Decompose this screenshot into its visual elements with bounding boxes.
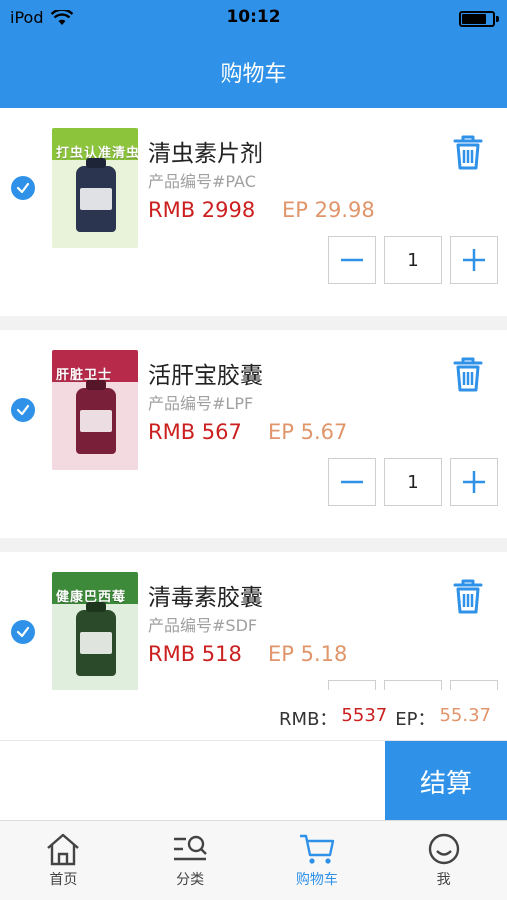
price-ep: EP 5.18 xyxy=(268,642,348,666)
product-name: 清虫素片剂 xyxy=(148,141,263,167)
product-code: 产品编号#LPF xyxy=(148,394,254,413)
trash-icon[interactable] xyxy=(448,354,488,394)
trash-icon[interactable] xyxy=(448,576,488,616)
battery-icon xyxy=(459,11,499,27)
tab-label: 首页 xyxy=(49,872,78,888)
cart-item: 打虫认准清虫素 清虫素片剂 产品编号#PAC RMB 2998 EP 29.98… xyxy=(0,108,507,316)
plus-icon xyxy=(463,471,485,493)
checkout-button[interactable]: 结算 xyxy=(385,741,507,821)
total-rmb-label: RMB： xyxy=(279,709,338,730)
bottle-graphic xyxy=(76,388,116,454)
status-bar: iPod 10:12 xyxy=(0,0,507,36)
product-name: 清毒素胶囊 xyxy=(148,585,263,611)
totals-bar: RMB： 5537 EP： 55.37 xyxy=(0,690,507,740)
price-ep: EP 29.98 xyxy=(282,198,375,222)
quantity-stepper: 1 xyxy=(328,236,498,284)
product-code: 产品编号#PAC xyxy=(148,172,256,191)
tab-label: 购物车 xyxy=(295,872,338,888)
tab-profile[interactable]: 我 xyxy=(380,821,507,900)
nav-bar: 购物车 xyxy=(0,36,507,108)
tab-category[interactable]: 分类 xyxy=(127,821,254,900)
trash-icon[interactable] xyxy=(448,132,488,172)
total-ep-label: EP： xyxy=(395,709,436,730)
price-rmb: RMB 518 xyxy=(148,642,242,666)
quantity-field[interactable]: 1 xyxy=(384,236,442,284)
product-name: 活肝宝胶囊 xyxy=(148,363,263,389)
tab-label: 我 xyxy=(436,872,451,888)
plus-icon xyxy=(463,249,485,271)
price-rmb: RMB 567 xyxy=(148,420,242,444)
price-rmb: RMB 2998 xyxy=(148,198,256,222)
item-checkbox[interactable] xyxy=(11,620,35,644)
tab-home[interactable]: 首页 xyxy=(0,821,127,900)
quantity-stepper: 1 xyxy=(328,458,498,506)
tab-label: 分类 xyxy=(176,872,205,888)
product-image[interactable]: 肝脏卫士 xyxy=(52,350,138,470)
page-title: 购物车 xyxy=(220,62,287,87)
price-ep: EP 5.67 xyxy=(268,420,348,444)
increment-button[interactable] xyxy=(450,236,498,284)
minus-icon xyxy=(341,258,363,262)
bottle-graphic xyxy=(76,610,116,676)
home-icon xyxy=(47,833,80,866)
bottle-graphic xyxy=(76,166,116,232)
totals-row: RMB： 5537 EP： 55.37 xyxy=(279,705,491,731)
check-icon xyxy=(16,182,30,194)
checkout-area: 结算 xyxy=(0,740,507,821)
tab-bar: 首页 分类 购物车 我 xyxy=(0,820,507,900)
status-time: 10:12 xyxy=(226,7,281,27)
item-checkbox[interactable] xyxy=(11,176,35,200)
decrement-button[interactable] xyxy=(328,236,376,284)
decrement-button[interactable] xyxy=(328,458,376,506)
quantity-field[interactable]: 1 xyxy=(384,458,442,506)
cart-icon xyxy=(299,834,335,864)
profile-icon xyxy=(428,833,459,865)
product-code: 产品编号#SDF xyxy=(148,616,258,635)
item-checkbox[interactable] xyxy=(11,398,35,422)
total-ep-value: 55.37 xyxy=(439,705,491,726)
total-rmb-value: 5537 xyxy=(341,705,388,726)
check-icon xyxy=(16,404,30,416)
increment-button[interactable] xyxy=(450,458,498,506)
product-image[interactable]: 打虫认准清虫素 xyxy=(52,128,138,248)
product-image[interactable]: 健康巴西莓 xyxy=(52,572,138,692)
tab-cart[interactable]: 购物车 xyxy=(254,821,381,900)
minus-icon xyxy=(341,480,363,484)
category-icon xyxy=(174,835,207,861)
cart-item: 肝脏卫士 活肝宝胶囊 产品编号#LPF RMB 567 EP 5.67 1 xyxy=(0,330,507,538)
check-icon xyxy=(16,626,30,638)
